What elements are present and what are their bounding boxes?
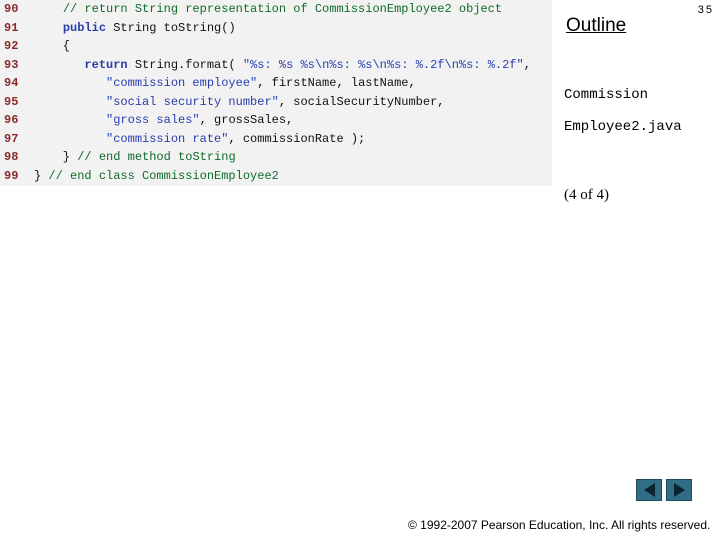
code-token: return (84, 57, 128, 72)
code-line: 92 { (0, 37, 70, 55)
code-line: 91 public String toString() (0, 19, 236, 37)
line-number: 97 (4, 131, 19, 146)
code-token: String toString() (106, 20, 236, 35)
code-token: "gross sales" (106, 113, 200, 127)
code-token: String.format( (127, 57, 243, 72)
page-number: 35 (697, 4, 714, 16)
copyright-footer: © 1992-2007 Pearson Education, Inc. All … (408, 518, 711, 532)
code-token: , (523, 57, 531, 72)
code-line: 95 "social security number", socialSecur… (0, 93, 444, 111)
part-label: (4 of 4) (564, 187, 609, 203)
code-line: 93 return String.format( "%s: %s %s\n%s:… (0, 56, 531, 74)
filename-line2: Employee2.java (564, 119, 682, 135)
code-line: 90 // return String representation of Co… (0, 0, 502, 18)
code-token: , grossSales, (199, 113, 294, 127)
code-token: "commission employee" (106, 76, 258, 90)
line-number: 93 (4, 57, 19, 72)
code-line: 97 "commission rate", commissionRate ); (0, 130, 365, 148)
code-token: public (62, 20, 107, 35)
line-number: 99 (4, 168, 19, 183)
code-token: "%s: %s %s\n%s: %s\n%s: %.2f\n%s: %.2f" (242, 57, 524, 72)
line-number: 98 (4, 150, 19, 164)
line-number: 94 (4, 76, 19, 90)
line-number: 90 (4, 2, 19, 16)
code-token: "social security number" (106, 94, 279, 109)
code-token: "commission rate" (106, 131, 229, 146)
code-token: } (34, 168, 49, 183)
line-number: 95 (4, 94, 19, 109)
filename-line1: Commission (564, 87, 649, 103)
code-line: 99} // end class CommissionEmployee2 (0, 167, 279, 185)
next-slide-button[interactable] (666, 479, 692, 501)
code-token: , firstName, lastName, (257, 76, 416, 90)
line-number: 96 (4, 113, 19, 127)
code-token: , socialSecurityNumber, (278, 94, 445, 109)
outline-title: Outline (566, 15, 627, 36)
code-token: // return String representation of Commi… (62, 2, 503, 16)
code-token: , commissionRate ); (228, 131, 366, 146)
arrow-right-icon (673, 483, 685, 497)
code-line: 98 } // end method toString (0, 148, 236, 166)
code-token: // end class CommissionEmployee2 (48, 168, 279, 183)
code-line: 94 "commission employee", firstName, las… (0, 74, 416, 92)
code-token: // end method toString (77, 150, 236, 164)
line-number: 91 (4, 20, 19, 35)
code-token: } (34, 150, 78, 164)
arrow-left-icon (643, 483, 655, 497)
previous-slide-button[interactable] (636, 479, 662, 501)
code-line: 96 "gross sales", grossSales, (0, 111, 293, 129)
code-token: { (34, 39, 71, 53)
line-number: 92 (4, 39, 19, 53)
